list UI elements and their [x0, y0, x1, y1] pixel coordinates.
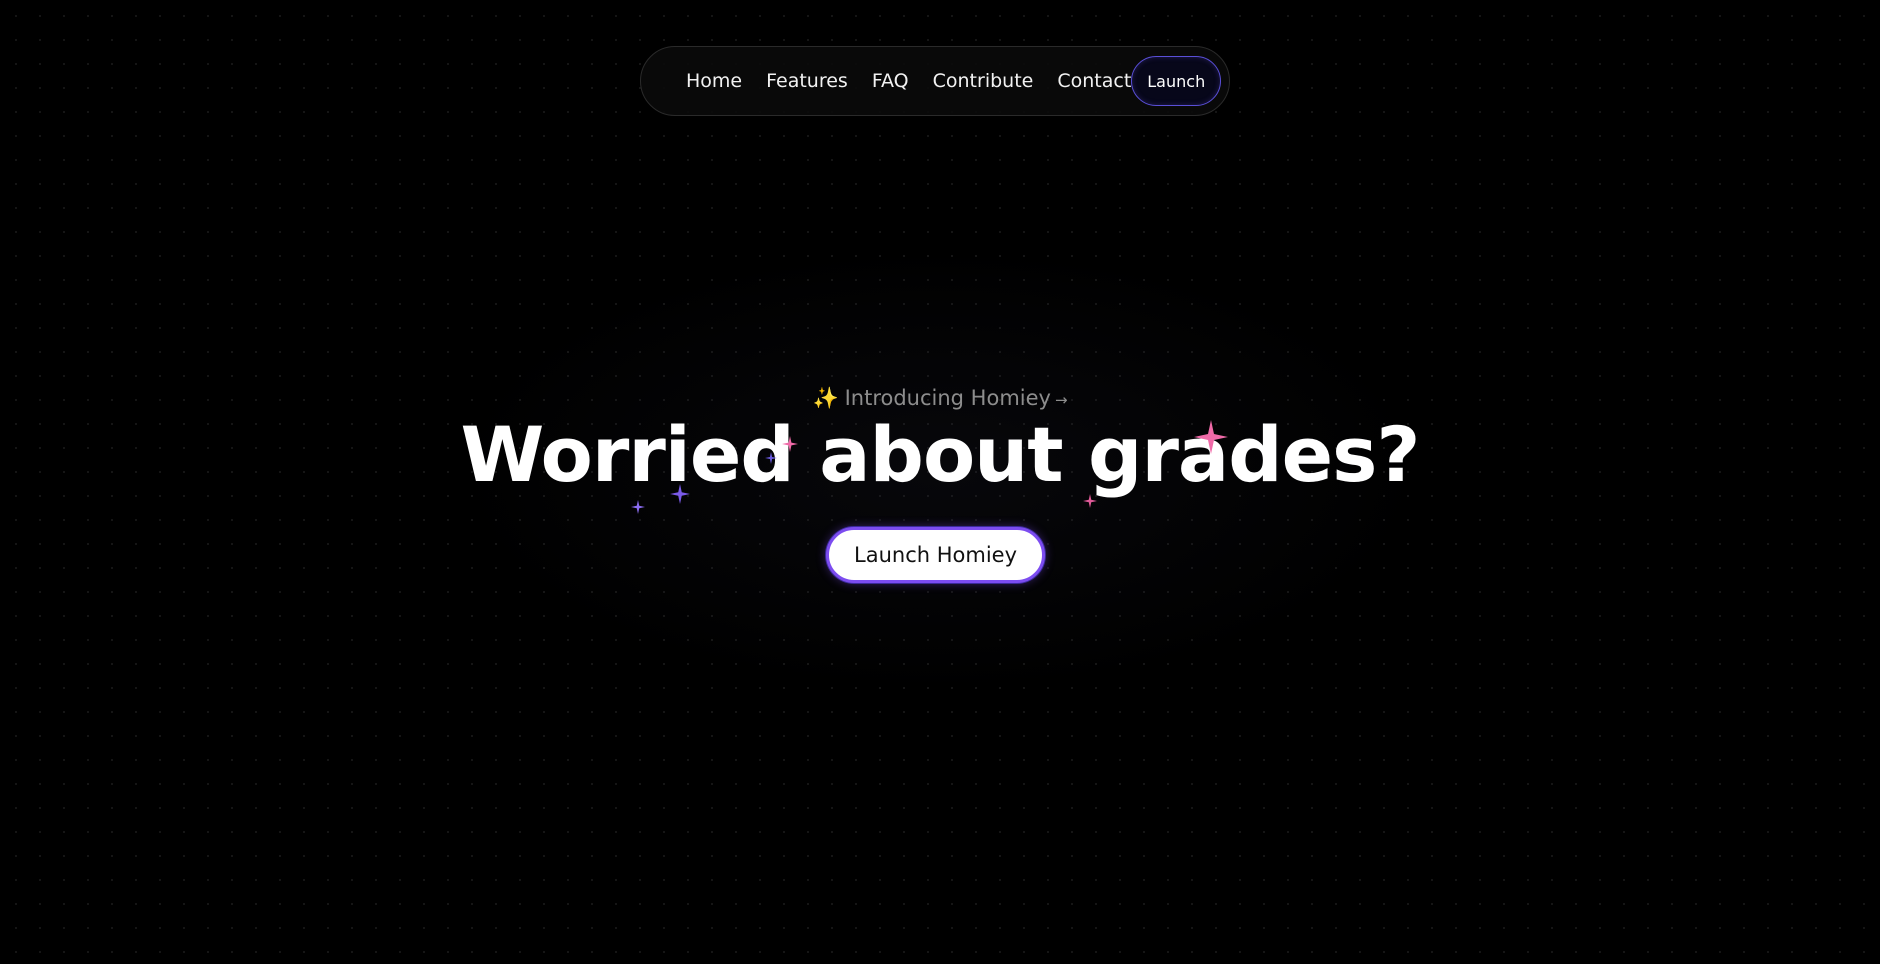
- nav-contact-link[interactable]: Contact: [1057, 70, 1131, 92]
- hero-headline: Worried about grades?: [460, 410, 1421, 499]
- sparkle-violet-small-icon: [631, 500, 645, 514]
- nav-features-link[interactable]: Features: [766, 70, 848, 92]
- nav-faq-link[interactable]: FAQ: [872, 70, 909, 92]
- intro-badge[interactable]: ✨ Introducing Homiey →: [0, 386, 1880, 411]
- nav-contribute-link[interactable]: Contribute: [933, 70, 1034, 92]
- intro-text: Introducing Homiey: [844, 386, 1051, 410]
- launch-homiey-button[interactable]: Launch Homiey: [826, 527, 1045, 583]
- top-navigation: Home Features FAQ Contribute Contact Lau…: [640, 46, 1230, 116]
- arrow-right-icon: →: [1054, 391, 1068, 409]
- nav-launch-button[interactable]: Launch: [1131, 56, 1222, 106]
- sparkles-icon: ✨: [812, 386, 839, 410]
- nav-home-link[interactable]: Home: [686, 70, 742, 92]
